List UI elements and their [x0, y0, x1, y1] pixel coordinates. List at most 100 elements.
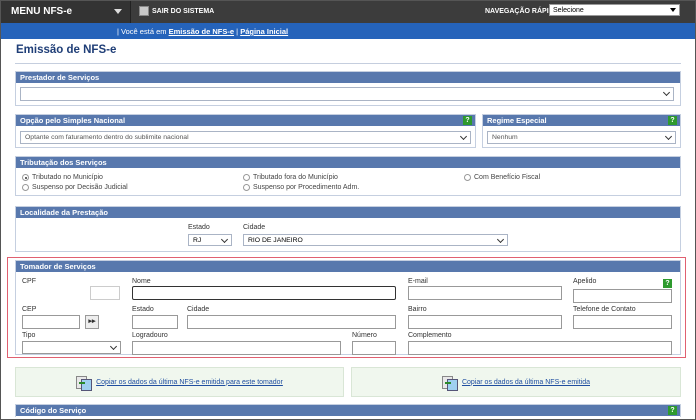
radio-unchecked-icon — [464, 174, 471, 181]
quick-nav-select[interactable]: Selecione — [549, 4, 680, 16]
cpf-label: CPF — [22, 278, 36, 285]
logout-button[interactable]: SAIR DO SISTEMA — [139, 6, 214, 16]
chevron-down-icon — [109, 342, 118, 351]
cep-input[interactable] — [22, 315, 80, 329]
menu-label: MENU NFS-e — [11, 6, 73, 17]
logout-icon — [139, 6, 149, 16]
breadcrumb-home-link[interactable]: Página Inicial — [240, 27, 288, 36]
radio-suspenso-adm[interactable]: Suspenso por Procedimento Adm. — [243, 184, 359, 191]
logout-label: SAIR DO SISTEMA — [152, 7, 215, 15]
quick-nav-value: Selecione — [553, 7, 584, 14]
regime-select[interactable]: Nenhum — [487, 131, 676, 144]
radio-suspenso-judicial[interactable]: Suspenso por Decisão Judicial — [22, 184, 128, 191]
regime-value: Nenhum — [492, 134, 518, 141]
regime-header: Regime Especial ? — [483, 115, 680, 126]
codigo-header: Código do Serviço ? — [16, 405, 680, 416]
menu-nfse-button[interactable]: MENU NFS-e — [1, 1, 131, 23]
regime-title: Regime Especial — [487, 116, 547, 125]
localidade-panel: Localidade da Prestação Estado RJ Cidade… — [15, 206, 681, 252]
help-icon[interactable]: ? — [668, 406, 677, 415]
estado-tomador-label: Estado — [132, 306, 154, 313]
estado-value: RJ — [193, 237, 202, 244]
radio-tributado-fora[interactable]: Tributado fora do Município — [243, 174, 338, 181]
copy-document-icon — [76, 375, 93, 391]
copy-last-link[interactable]: Copiar os dados da última NFS-e emitida — [462, 379, 590, 386]
top-bar: MENU NFS-e SAIR DO SISTEMA NAVEGAÇÃO RÁP… — [1, 1, 695, 23]
chevron-down-icon — [662, 88, 671, 97]
apelido-input[interactable] — [573, 289, 672, 303]
help-icon[interactable]: ? — [668, 116, 677, 125]
copy-last-box: Copiar os dados da última NFS-e emitida — [351, 367, 681, 397]
help-icon[interactable]: ? — [463, 116, 472, 125]
radio-label: Suspenso por Procedimento Adm. — [253, 184, 360, 191]
dropdown-arrow-icon — [670, 8, 676, 12]
simples-title: Opção pelo Simples Nacional — [20, 116, 126, 125]
numero-input[interactable] — [352, 341, 396, 355]
radio-label: Tributado no Município — [32, 174, 103, 181]
bairro-label: Bairro — [408, 306, 427, 313]
estado-tomador-input[interactable] — [132, 315, 178, 329]
prestador-title: Prestador de Serviços — [20, 73, 100, 82]
complemento-input[interactable] — [408, 341, 672, 355]
chevron-down-icon — [664, 132, 673, 141]
radio-label: Suspenso por Decisão Judicial — [32, 184, 128, 191]
caret-down-icon — [114, 9, 122, 14]
breadcrumb: | Você está em Emissão de NFS-e | Página… — [1, 23, 695, 39]
cpf-input[interactable] — [90, 286, 120, 300]
numero-label: Número — [352, 332, 377, 339]
chevron-down-icon — [459, 132, 468, 141]
cep-label: CEP — [22, 306, 37, 313]
prestador-header: Prestador de Serviços — [16, 72, 680, 83]
divider — [15, 63, 681, 64]
nome-label: Nome — [132, 278, 151, 285]
help-icon[interactable]: ? — [663, 279, 672, 288]
radio-checked-icon — [22, 174, 29, 181]
email-input[interactable] — [408, 286, 562, 300]
breadcrumb-separator: | — [236, 27, 239, 36]
chevron-down-icon — [220, 235, 229, 244]
simples-select[interactable]: Optante com faturamento dentro do sublim… — [20, 131, 471, 144]
localidade-title: Localidade da Prestação — [20, 208, 108, 217]
tomador-header: Tomador de Serviços — [16, 261, 680, 272]
telefone-label: Telefone de Contato — [573, 306, 636, 313]
regime-panel: Regime Especial ? Nenhum — [482, 114, 681, 148]
radio-beneficio-fiscal[interactable]: Com Benefício Fiscal — [464, 174, 540, 181]
email-label: E-mail — [408, 278, 428, 285]
radio-unchecked-icon — [243, 174, 250, 181]
logradouro-input[interactable] — [132, 341, 341, 355]
page-title: Emissão de NFS-e — [16, 44, 117, 56]
logradouro-label: Logradouro — [132, 332, 168, 339]
tributacao-header: Tributação dos Serviços — [16, 157, 680, 168]
bairro-input[interactable] — [408, 315, 562, 329]
tipo-select[interactable] — [22, 341, 121, 354]
radio-label: Com Benefício Fiscal — [474, 174, 541, 181]
copy-tomador-box: Copiar os dados da última NFS-e emitida … — [15, 367, 344, 397]
copy-tomador-link[interactable]: Copiar os dados da última NFS-e emitida … — [96, 379, 283, 386]
tipo-label: Tipo — [22, 332, 36, 339]
codigo-panel: Código do Serviço ? — [15, 404, 681, 417]
copy-document-icon — [441, 375, 458, 391]
radio-unchecked-icon — [22, 184, 29, 191]
cidade-tomador-label: Cidade — [187, 306, 210, 313]
nome-input[interactable] — [132, 286, 396, 300]
tributacao-panel: Tributação dos Serviços Tributado no Mun… — [15, 156, 681, 196]
apelido-label: Apelido — [573, 278, 597, 285]
cidade-tomador-input[interactable] — [187, 315, 396, 329]
cidade-label: Cidade — [243, 224, 266, 231]
chevron-down-icon — [496, 235, 505, 244]
tributacao-title: Tributação dos Serviços — [20, 158, 107, 167]
estado-label: Estado — [188, 224, 210, 231]
cidade-select[interactable]: RIO DE JANEIRO — [243, 234, 508, 246]
tomador-title: Tomador de Serviços — [20, 262, 96, 271]
estado-select[interactable]: RJ — [188, 234, 232, 246]
prestador-select[interactable] — [20, 87, 674, 101]
simples-value: Optante com faturamento dentro do sublim… — [25, 134, 189, 141]
radio-tributado-municipio[interactable]: Tributado no Município — [22, 174, 103, 181]
radio-label: Tributado fora do Município — [253, 174, 338, 181]
telefone-input[interactable] — [573, 315, 672, 329]
codigo-title: Código do Serviço — [20, 406, 87, 415]
cep-search-button[interactable]: ▸▸ — [85, 315, 99, 329]
breadcrumb-current-link[interactable]: Emissão de NFS-e — [169, 27, 234, 36]
complemento-label: Complemento — [408, 332, 452, 339]
quick-nav-label: NAVEGAÇÃO RÁPIDA — [485, 8, 559, 15]
